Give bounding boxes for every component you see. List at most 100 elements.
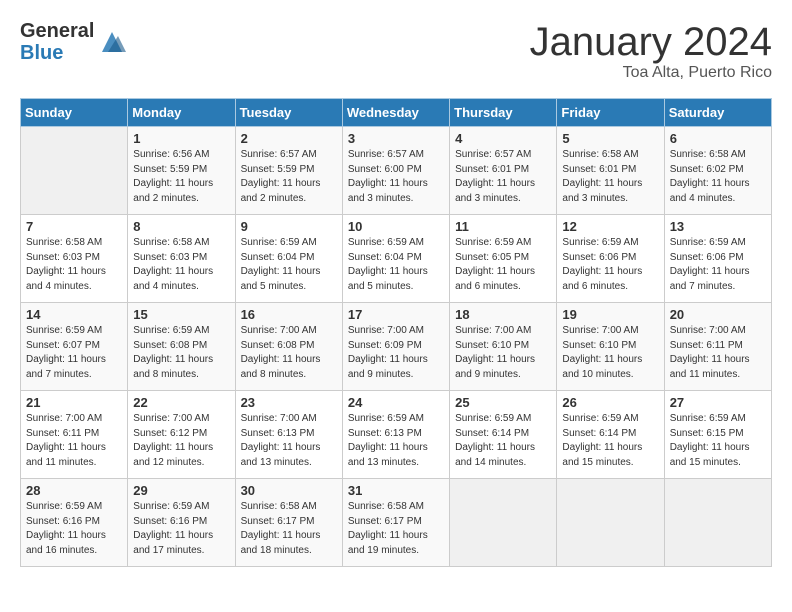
day-number: 10	[348, 219, 444, 234]
day-number: 2	[241, 131, 337, 146]
calendar-cell: 5 Sunrise: 6:58 AMSunset: 6:01 PMDaylight…	[557, 127, 664, 215]
calendar-cell: 19 Sunrise: 7:00 AMSunset: 6:10 PMDayligh…	[557, 303, 664, 391]
day-number: 26	[562, 395, 658, 410]
day-number: 23	[241, 395, 337, 410]
day-info: Sunrise: 6:59 AMSunset: 6:06 PMDaylight:…	[670, 236, 766, 294]
day-number: 18	[455, 307, 551, 322]
day-info: Sunrise: 6:59 AMSunset: 6:08 PMDaylight:…	[133, 324, 229, 382]
day-info: Sunrise: 6:58 AMSunset: 6:01 PMDaylight:…	[562, 148, 658, 206]
day-number: 9	[241, 219, 337, 234]
calendar-cell: 12 Sunrise: 6:59 AMSunset: 6:06 PMDayligh…	[557, 215, 664, 303]
logo: General Blue	[20, 20, 126, 64]
day-number: 15	[133, 307, 229, 322]
calendar-cell	[664, 479, 771, 567]
day-info: Sunrise: 6:59 AMSunset: 6:14 PMDaylight:…	[562, 412, 658, 470]
calendar-cell: 24 Sunrise: 6:59 AMSunset: 6:13 PMDayligh…	[342, 391, 449, 479]
day-number: 1	[133, 131, 229, 146]
day-number: 14	[26, 307, 122, 322]
logo-blue-text: Blue	[20, 42, 94, 64]
day-number: 24	[348, 395, 444, 410]
day-of-week-header: Saturday	[664, 99, 771, 127]
calendar-week-row: 28 Sunrise: 6:59 AMSunset: 6:16 PMDayligh…	[21, 479, 772, 567]
day-number: 22	[133, 395, 229, 410]
day-number: 25	[455, 395, 551, 410]
day-info: Sunrise: 6:59 AMSunset: 6:16 PMDaylight:…	[133, 500, 229, 558]
calendar-cell: 16 Sunrise: 7:00 AMSunset: 6:08 PMDayligh…	[235, 303, 342, 391]
day-info: Sunrise: 6:59 AMSunset: 6:15 PMDaylight:…	[670, 412, 766, 470]
calendar-cell: 1 Sunrise: 6:56 AMSunset: 5:59 PMDaylight…	[128, 127, 235, 215]
calendar-cell: 14Sunrise: 6:59 AMSunset: 6:07 PMDayligh…	[21, 303, 128, 391]
location-text: Toa Alta, Puerto Rico	[530, 64, 772, 82]
day-number: 30	[241, 483, 337, 498]
day-info: Sunrise: 7:00 AMSunset: 6:09 PMDaylight:…	[348, 324, 444, 382]
day-info: Sunrise: 6:59 AMSunset: 6:04 PMDaylight:…	[241, 236, 337, 294]
day-info: Sunrise: 7:00 AMSunset: 6:10 PMDaylight:…	[562, 324, 658, 382]
day-of-week-header: Thursday	[450, 99, 557, 127]
day-info: Sunrise: 7:00 AMSunset: 6:11 PMDaylight:…	[670, 324, 766, 382]
day-number: 4	[455, 131, 551, 146]
calendar-header: SundayMondayTuesdayWednesdayThursdayFrid…	[21, 99, 772, 127]
day-info: Sunrise: 6:57 AMSunset: 6:00 PMDaylight:…	[348, 148, 444, 206]
day-info: Sunrise: 6:59 AMSunset: 6:16 PMDaylight:…	[26, 500, 122, 558]
calendar-cell: 8 Sunrise: 6:58 AMSunset: 6:03 PMDaylight…	[128, 215, 235, 303]
day-number: 8	[133, 219, 229, 234]
day-of-week-header: Wednesday	[342, 99, 449, 127]
day-info: Sunrise: 6:56 AMSunset: 5:59 PMDaylight:…	[133, 148, 229, 206]
day-info: Sunrise: 7:00 AMSunset: 6:12 PMDaylight:…	[133, 412, 229, 470]
day-info: Sunrise: 6:57 AMSunset: 5:59 PMDaylight:…	[241, 148, 337, 206]
calendar-cell: 2 Sunrise: 6:57 AMSunset: 5:59 PMDaylight…	[235, 127, 342, 215]
calendar-week-row: 7 Sunrise: 6:58 AMSunset: 6:03 PMDaylight…	[21, 215, 772, 303]
day-number: 21	[26, 395, 122, 410]
calendar-cell: 31Sunrise: 6:58 AMSunset: 6:17 PMDayligh…	[342, 479, 449, 567]
day-info: Sunrise: 6:57 AMSunset: 6:01 PMDaylight:…	[455, 148, 551, 206]
day-info: Sunrise: 6:58 AMSunset: 6:17 PMDaylight:…	[241, 500, 337, 558]
calendar-cell: 25Sunrise: 6:59 AMSunset: 6:14 PMDayligh…	[450, 391, 557, 479]
day-info: Sunrise: 6:58 AMSunset: 6:03 PMDaylight:…	[133, 236, 229, 294]
day-info: Sunrise: 6:59 AMSunset: 6:04 PMDaylight:…	[348, 236, 444, 294]
day-of-week-header: Friday	[557, 99, 664, 127]
day-info: Sunrise: 6:59 AMSunset: 6:13 PMDaylight:…	[348, 412, 444, 470]
calendar-cell: 30 Sunrise: 6:58 AMSunset: 6:17 PMDayligh…	[235, 479, 342, 567]
day-of-week-header: Monday	[128, 99, 235, 127]
day-info: Sunrise: 6:59 AMSunset: 6:06 PMDaylight:…	[562, 236, 658, 294]
calendar-cell: 20 Sunrise: 7:00 AMSunset: 6:11 PMDayligh…	[664, 303, 771, 391]
day-number: 6	[670, 131, 766, 146]
day-info: Sunrise: 6:59 AMSunset: 6:05 PMDaylight:…	[455, 236, 551, 294]
day-number: 7	[26, 219, 122, 234]
calendar-cell: 21 Sunrise: 7:00 AMSunset: 6:11 PMDayligh…	[21, 391, 128, 479]
calendar-body: 1 Sunrise: 6:56 AMSunset: 5:59 PMDaylight…	[21, 127, 772, 567]
calendar-cell: 26 Sunrise: 6:59 AMSunset: 6:14 PMDayligh…	[557, 391, 664, 479]
day-number: 12	[562, 219, 658, 234]
calendar-cell	[557, 479, 664, 567]
day-number: 17	[348, 307, 444, 322]
calendar-week-row: 21 Sunrise: 7:00 AMSunset: 6:11 PMDayligh…	[21, 391, 772, 479]
calendar-cell: 15 Sunrise: 6:59 AMSunset: 6:08 PMDayligh…	[128, 303, 235, 391]
calendar-cell: 29Sunrise: 6:59 AMSunset: 6:16 PMDayligh…	[128, 479, 235, 567]
day-number: 16	[241, 307, 337, 322]
day-of-week-header: Sunday	[21, 99, 128, 127]
calendar-cell	[21, 127, 128, 215]
day-info: Sunrise: 7:00 AMSunset: 6:11 PMDaylight:…	[26, 412, 122, 470]
calendar-cell: 23Sunrise: 7:00 AMSunset: 6:13 PMDayligh…	[235, 391, 342, 479]
calendar-cell: 6 Sunrise: 6:58 AMSunset: 6:02 PMDaylight…	[664, 127, 771, 215]
calendar-week-row: 1 Sunrise: 6:56 AMSunset: 5:59 PMDaylight…	[21, 127, 772, 215]
logo-icon	[98, 28, 126, 56]
day-number: 19	[562, 307, 658, 322]
title-block: January 2024 Toa Alta, Puerto Rico	[530, 20, 772, 82]
day-number: 20	[670, 307, 766, 322]
day-number: 13	[670, 219, 766, 234]
calendar-cell: 28 Sunrise: 6:59 AMSunset: 6:16 PMDayligh…	[21, 479, 128, 567]
day-of-week-header: Tuesday	[235, 99, 342, 127]
day-number: 27	[670, 395, 766, 410]
calendar-cell: 13 Sunrise: 6:59 AMSunset: 6:06 PMDayligh…	[664, 215, 771, 303]
calendar-cell: 3Sunrise: 6:57 AMSunset: 6:00 PMDaylight…	[342, 127, 449, 215]
day-info: Sunrise: 6:58 AMSunset: 6:02 PMDaylight:…	[670, 148, 766, 206]
day-number: 5	[562, 131, 658, 146]
day-number: 31	[348, 483, 444, 498]
calendar-cell: 10 Sunrise: 6:59 AMSunset: 6:04 PMDayligh…	[342, 215, 449, 303]
calendar-cell: 9 Sunrise: 6:59 AMSunset: 6:04 PMDaylight…	[235, 215, 342, 303]
calendar-cell: 17 Sunrise: 7:00 AMSunset: 6:09 PMDayligh…	[342, 303, 449, 391]
logo-general-text: General	[20, 20, 94, 42]
day-number: 28	[26, 483, 122, 498]
day-info: Sunrise: 7:00 AMSunset: 6:08 PMDaylight:…	[241, 324, 337, 382]
